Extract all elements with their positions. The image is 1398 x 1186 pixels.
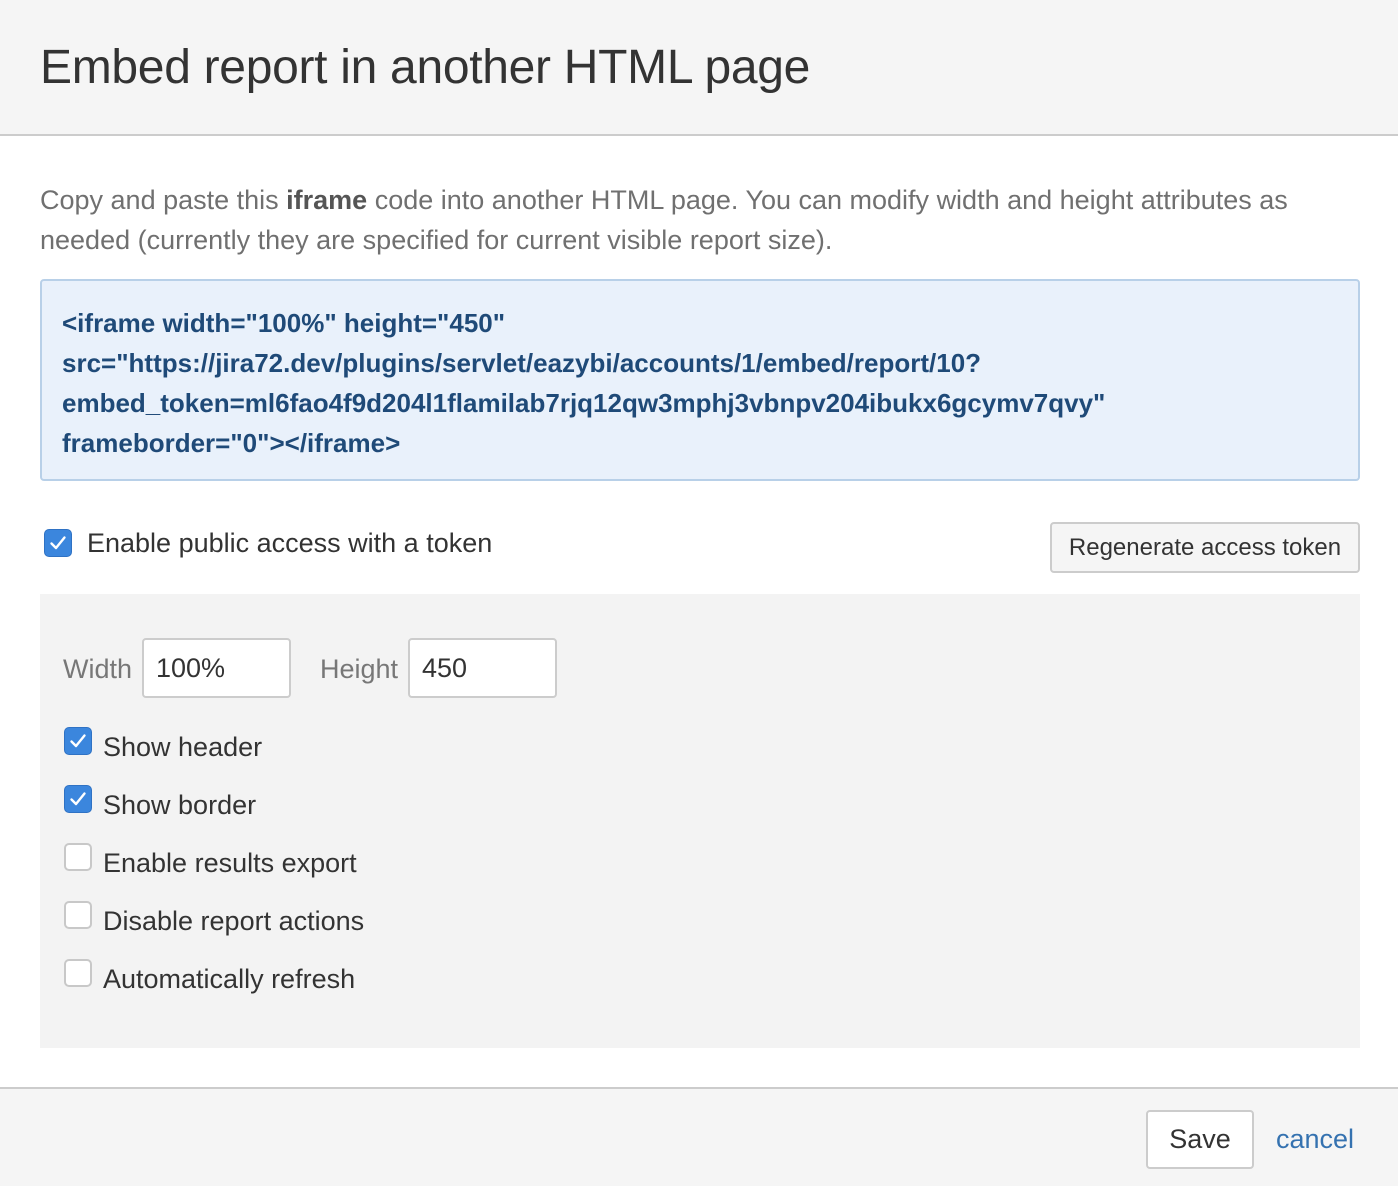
show-header-label: Show header [103, 732, 263, 762]
embed-code-line-2: src="https://jira72.dev/plugins/servlet/… [62, 348, 982, 378]
width-input[interactable]: 100% [142, 638, 291, 698]
checkmark-icon [70, 734, 86, 748]
embed-code-line-4: frameborder="0"></iframe> [62, 428, 401, 458]
intro-text: Copy and paste this iframe code into ano… [40, 180, 1350, 260]
height-input[interactable]: 450 [408, 638, 557, 698]
checkmark-icon [70, 792, 86, 806]
enable-export-label: Enable results export [103, 848, 357, 878]
checkmark-icon [50, 536, 66, 550]
dialog-title: Embed report in another HTML page [40, 41, 811, 94]
save-button[interactable]: Save [1146, 1110, 1254, 1169]
regenerate-token-button[interactable]: Regenerate access token [1050, 522, 1360, 573]
auto-refresh-label: Automatically refresh [103, 964, 356, 994]
height-label: Height [320, 654, 399, 684]
show-border-checkbox[interactable] [64, 785, 92, 813]
intro-bold: iframe [286, 185, 368, 215]
disable-actions-checkbox[interactable] [64, 901, 92, 929]
intro-prefix: Copy and paste this [40, 185, 287, 215]
width-label: Width [63, 654, 133, 684]
enable-export-checkbox[interactable] [64, 843, 92, 871]
dialog-header: Embed report in another HTML page [0, 0, 1398, 136]
auto-refresh-checkbox[interactable] [64, 959, 92, 987]
embed-code-line-1: <iframe width="100%" height="450" [62, 308, 506, 338]
public-access-label: Enable public access with a token [87, 528, 493, 558]
show-header-checkbox[interactable] [64, 727, 92, 755]
public-access-checkbox[interactable] [44, 529, 72, 557]
embed-code-line-3: embed_token=ml6fao4f9d204l1flamilab7rjq1… [62, 388, 1106, 418]
disable-actions-label: Disable report actions [103, 906, 365, 936]
show-border-label: Show border [103, 790, 257, 820]
embed-code-box[interactable]: <iframe width="100%" height="450" src="h… [40, 279, 1360, 481]
cancel-link[interactable]: cancel [1276, 1122, 1354, 1156]
